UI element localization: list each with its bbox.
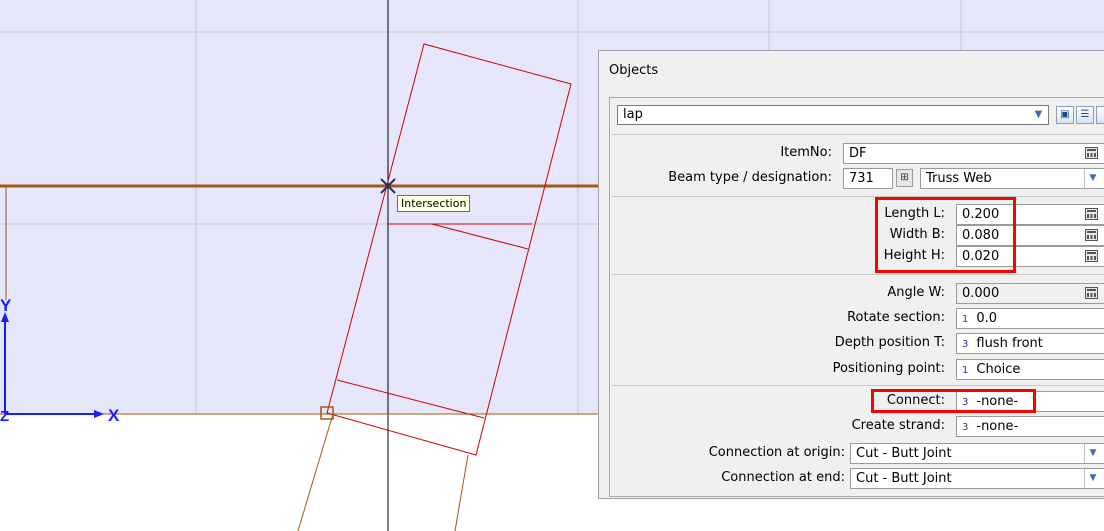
connection-end-dropdown-icon[interactable]: ▼ <box>1084 469 1101 488</box>
beam-tree-icon[interactable]: ⊞ <box>896 169 913 187</box>
separator <box>612 274 1104 275</box>
axis-z-label: Z <box>0 408 9 425</box>
more-icon[interactable] <box>1096 106 1104 124</box>
intersection-tooltip: Intersection <box>397 195 471 212</box>
separator <box>612 385 1104 386</box>
itemno-field[interactable]: DF <box>843 143 1104 164</box>
rotate-value: 0.0 <box>976 311 998 326</box>
beam-type-select[interactable]: Truss Web <box>920 168 1104 189</box>
calculator-icon[interactable] <box>1085 208 1098 220</box>
strand-index: 3 <box>962 422 969 433</box>
angle-field[interactable]: 0.000 <box>956 283 1104 304</box>
positioning-point-field[interactable]: 1 Choice <box>956 359 1104 380</box>
separator <box>612 196 1104 197</box>
connection-origin-select[interactable]: Cut - Butt Joint <box>850 443 1104 464</box>
axis-x-label: X <box>108 406 120 425</box>
strand-value: -none- <box>976 419 1019 434</box>
calculator-icon[interactable] <box>1085 250 1098 262</box>
axis-y-label: Y <box>0 296 12 315</box>
connection-end-label: Connection at end: <box>721 470 845 485</box>
calculator-icon[interactable] <box>1085 229 1098 241</box>
object-selector[interactable]: lap <box>617 105 1049 125</box>
beam-type-label: Beam type / designation: <box>668 170 832 185</box>
calculator-icon[interactable] <box>1085 147 1098 159</box>
beam-type-dropdown-icon[interactable]: ▼ <box>1084 169 1101 188</box>
depth-value: flush front <box>976 336 1043 351</box>
create-strand-label: Create strand: <box>851 418 945 433</box>
connect-highlight <box>871 389 1036 413</box>
itemno-label: ItemNo: <box>780 145 832 160</box>
rotate-index: 1 <box>962 314 969 325</box>
connection-end-select[interactable]: Cut - Butt Joint <box>850 468 1104 489</box>
connection-origin-label: Connection at origin: <box>708 445 845 460</box>
panel-title: Objects <box>609 63 659 78</box>
depth-index: 3 <box>962 339 969 350</box>
connection-origin-dropdown-icon[interactable]: ▼ <box>1084 444 1101 463</box>
dimensions-highlight <box>875 197 1016 273</box>
selector-dropdown-icon[interactable]: ▼ <box>1030 106 1047 124</box>
create-strand-field[interactable]: 3 -none- <box>956 416 1104 437</box>
tree-icon[interactable]: ☰ <box>1076 106 1094 124</box>
positioning-point-label: Positioning point: <box>832 361 945 376</box>
rotate-section-field[interactable]: 1 0.0 <box>956 308 1104 329</box>
rotate-section-label: Rotate section: <box>847 310 945 325</box>
brown-edges <box>297 413 469 531</box>
positioning-index: 1 <box>962 365 969 376</box>
depth-position-field[interactable]: 3 flush front <box>956 333 1104 354</box>
beam-code-field[interactable]: 731 <box>843 168 893 189</box>
depth-position-label: Depth position T: <box>834 335 945 350</box>
calculator-icon[interactable] <box>1085 287 1098 299</box>
angle-label: Angle W: <box>887 285 945 300</box>
positioning-value: Choice <box>976 362 1021 377</box>
save-icon[interactable]: ▣ <box>1056 106 1074 124</box>
separator <box>612 134 1104 135</box>
